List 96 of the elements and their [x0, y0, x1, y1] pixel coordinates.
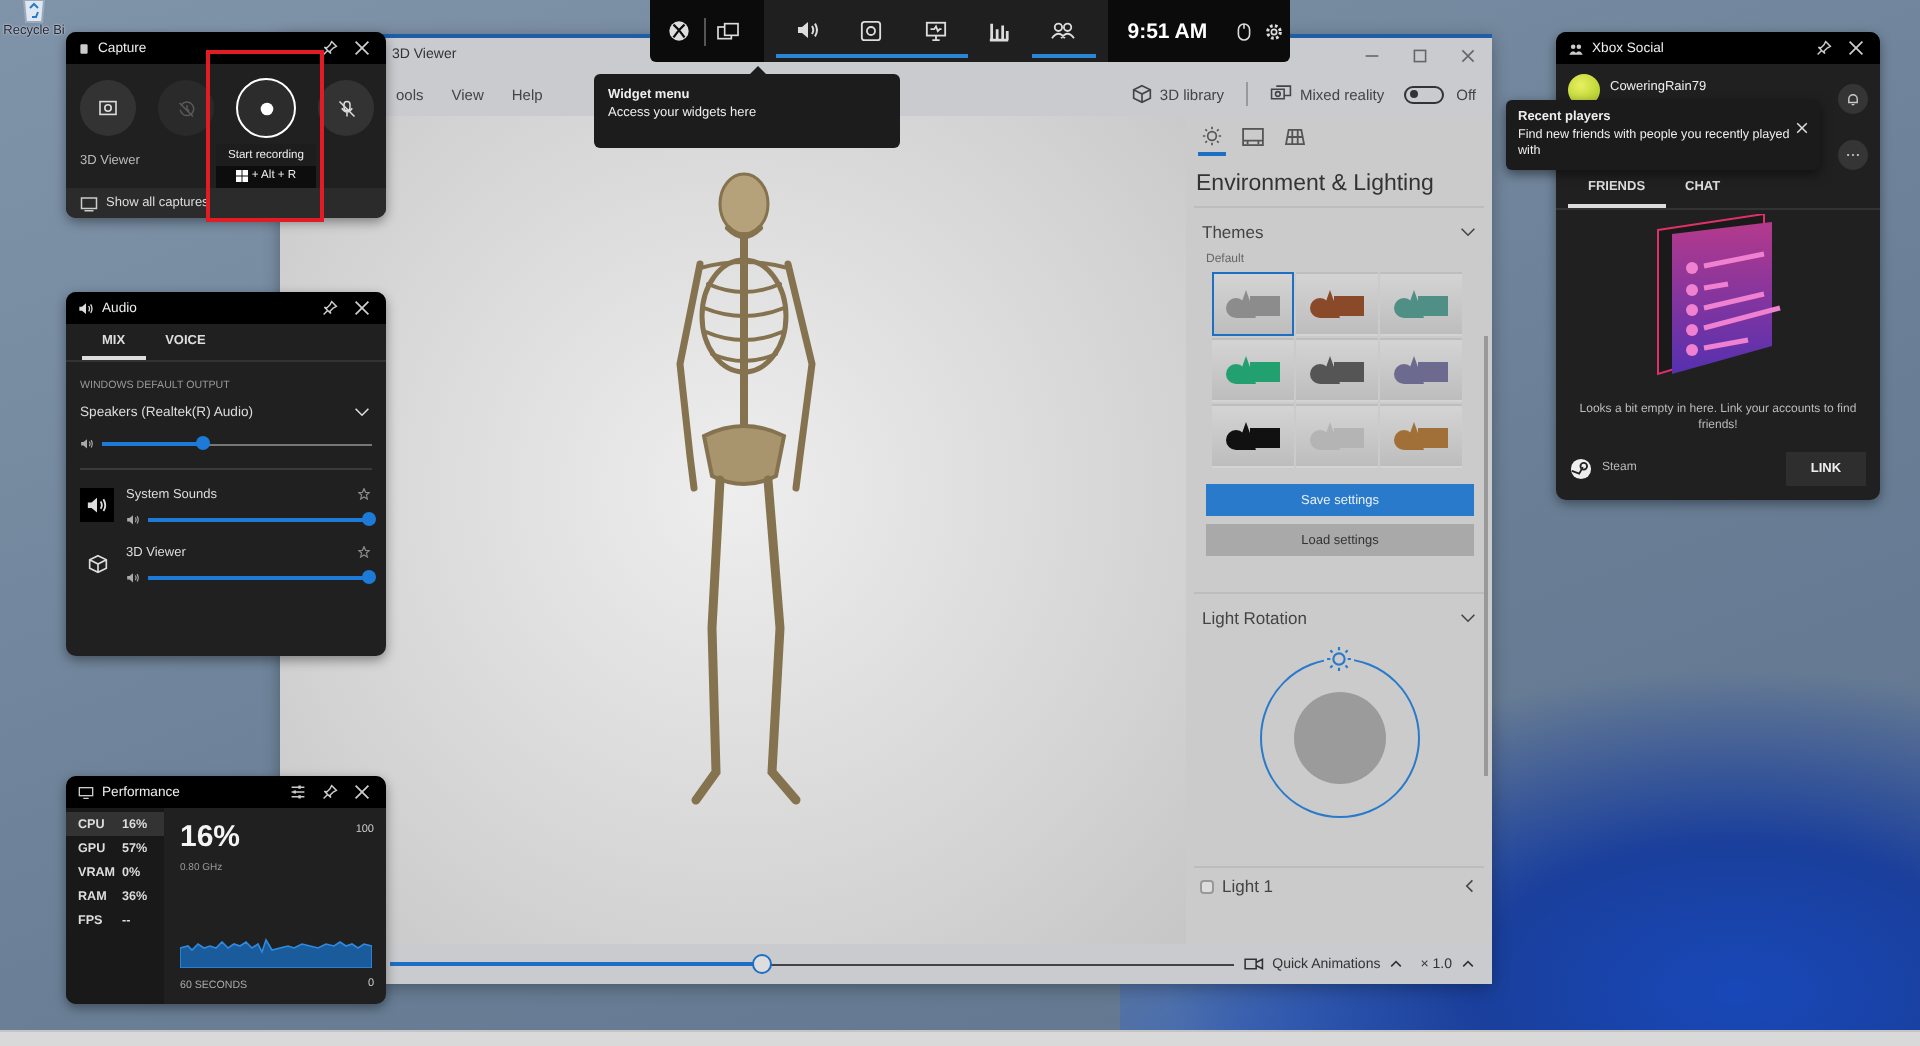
theme-thumbnail[interactable] — [1212, 338, 1294, 402]
checkbox[interactable] — [1200, 879, 1214, 893]
theme-thumbnail[interactable] — [1380, 404, 1462, 468]
chevron-down-icon[interactable] — [354, 404, 370, 420]
light-label: Light 1 — [1222, 876, 1276, 896]
speaker-icon — [78, 301, 94, 315]
volume-slider[interactable] — [148, 512, 370, 528]
mouse-icon — [1236, 21, 1253, 41]
close-icon[interactable] — [1848, 40, 1864, 56]
bar-chart-icon — [988, 19, 1011, 41]
people-icon — [1050, 19, 1077, 41]
monitor-icon — [80, 195, 98, 211]
chevron-down-icon[interactable] — [1460, 610, 1476, 626]
close-icon — [1460, 47, 1476, 63]
toggle-switch[interactable] — [1404, 85, 1445, 103]
steam-logo-icon — [1570, 457, 1592, 480]
sliders-icon — [290, 784, 306, 800]
logo-icon — [668, 20, 691, 42]
capture-icon — [78, 41, 90, 55]
light-rotation-header[interactable]: Light Rotation — [1194, 602, 1484, 634]
speaker-icon — [126, 572, 140, 584]
record-icon — [259, 101, 273, 115]
close-button[interactable] — [350, 300, 374, 316]
video-camera-icon — [1242, 956, 1265, 972]
close-button[interactable] — [350, 784, 374, 800]
windows-key-icon — [235, 170, 248, 182]
clock: 9:51 AM — [1125, 19, 1210, 43]
image-icon — [1242, 128, 1264, 146]
pin-button[interactable] — [1812, 40, 1836, 56]
rotation-dial[interactable] — [1259, 658, 1419, 818]
chevron-up-icon[interactable] — [1388, 956, 1405, 972]
themes-header[interactable]: Themes — [1194, 216, 1484, 248]
pin-button[interactable] — [318, 40, 342, 56]
record-button[interactable] — [236, 78, 296, 138]
speaker-icon — [80, 438, 94, 450]
light-disc — [1293, 692, 1385, 784]
horizontal-scrollbar[interactable] — [0, 1030, 1920, 1046]
camera-icon — [98, 100, 118, 116]
bell-icon — [1846, 92, 1860, 106]
close-button[interactable] — [350, 40, 374, 56]
panel-heading: Environment & Lighting — [1196, 172, 1436, 196]
capture-icon — [860, 19, 883, 41]
widgets-icon — [716, 21, 741, 41]
speaker-icon — [126, 514, 140, 526]
notifications-button[interactable] — [1838, 84, 1868, 114]
theme-thumbnail[interactable] — [1212, 272, 1294, 336]
slider-thumb[interactable] — [196, 436, 211, 450]
close-icon[interactable] — [354, 784, 370, 800]
grid-icon — [1284, 128, 1306, 146]
volume-slider[interactable] — [148, 570, 370, 586]
close-icon[interactable] — [354, 300, 370, 316]
volume-slider[interactable] — [102, 436, 372, 452]
pin-button[interactable] — [318, 300, 342, 316]
microphone-off-icon — [337, 99, 355, 117]
theme-thumbnail[interactable] — [1296, 338, 1378, 402]
close-icon[interactable] — [354, 40, 370, 56]
slider-thumb[interactable] — [362, 512, 376, 526]
panel-tab[interactable] — [1198, 122, 1226, 156]
chevron-up-icon[interactable] — [1460, 956, 1476, 972]
speaker-icon — [86, 495, 108, 515]
settings-icon — [1264, 21, 1284, 41]
sun-icon — [1326, 646, 1352, 672]
panel-scrollbar[interactable] — [1484, 336, 1488, 776]
options-button[interactable] — [286, 784, 310, 800]
speaker-icon — [795, 20, 820, 40]
people-icon — [1568, 41, 1584, 55]
close-button[interactable] — [1844, 40, 1868, 56]
pin-icon[interactable] — [322, 300, 338, 316]
monitor-icon — [78, 785, 94, 799]
pin-icon[interactable] — [322, 784, 338, 800]
theme-thumbnail[interactable] — [1380, 272, 1462, 336]
star-icon[interactable] — [358, 546, 370, 558]
slider-thumb[interactable] — [362, 570, 376, 584]
maximize-icon — [1412, 47, 1428, 63]
timeline-thumb[interactable] — [751, 954, 772, 974]
timeline-slider[interactable] — [390, 954, 1235, 974]
chevron-down-icon[interactable] — [1460, 224, 1476, 240]
pin-icon[interactable] — [1816, 40, 1832, 56]
history-icon — [177, 99, 195, 117]
theme-thumbnail[interactable] — [1380, 338, 1462, 402]
pin-icon[interactable] — [322, 40, 338, 56]
cpu-reading: 16% — [180, 820, 241, 854]
recycle-bin-icon[interactable] — [18, 0, 50, 24]
screenshot-button[interactable] — [80, 80, 136, 136]
mixed-reality-icon — [1270, 84, 1293, 104]
chevron-left-icon[interactable] — [1462, 878, 1478, 894]
theme-thumbnail[interactable] — [1296, 272, 1378, 336]
cube-icon — [87, 553, 107, 573]
theme-thumbnail[interactable] — [1296, 404, 1378, 468]
sun-icon — [1202, 126, 1222, 146]
monitor-icon — [923, 19, 948, 41]
cube-icon — [1131, 84, 1152, 104]
pin-button[interactable] — [318, 784, 342, 800]
microphone-button[interactable] — [318, 80, 374, 136]
star-icon[interactable] — [358, 488, 370, 500]
theme-thumbnail[interactable] — [1212, 404, 1294, 468]
